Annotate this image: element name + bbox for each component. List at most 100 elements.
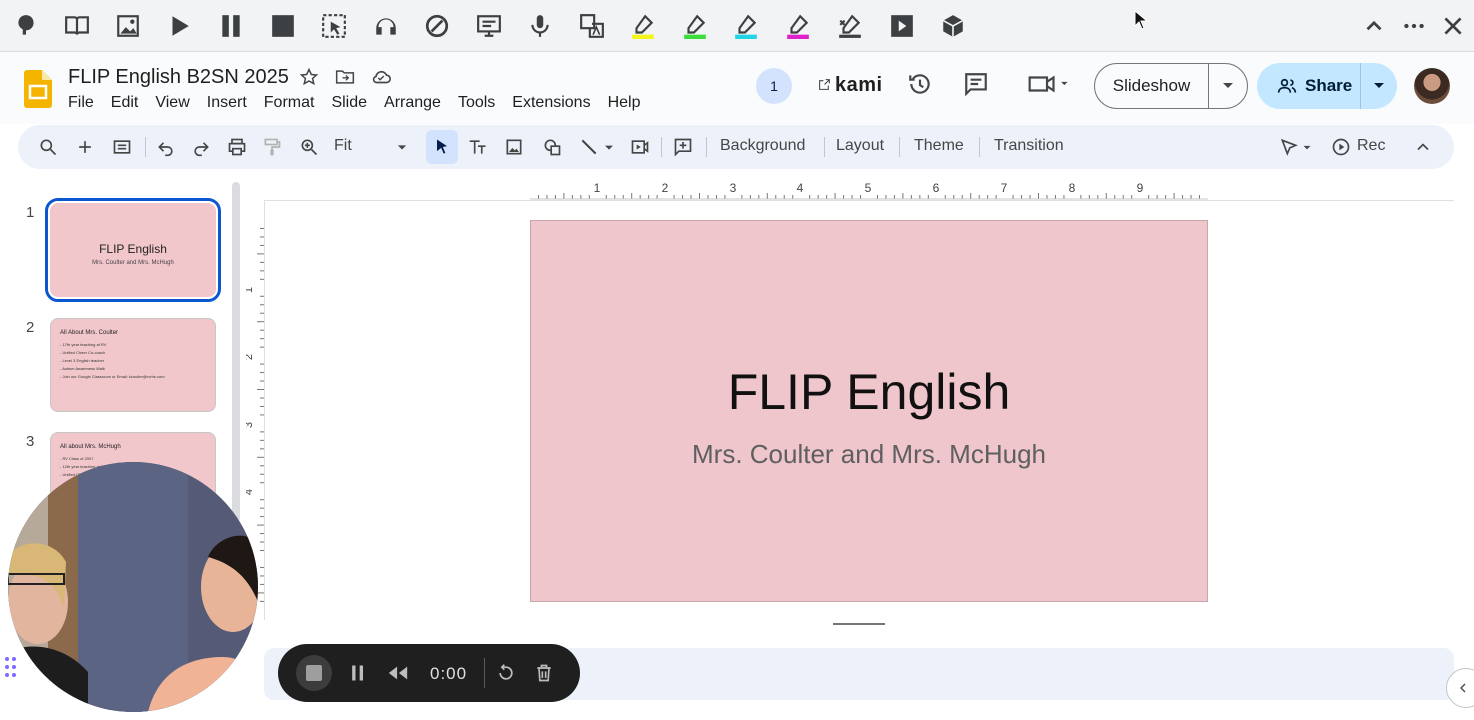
highlighter-yellow-icon[interactable]	[627, 10, 659, 42]
image-icon[interactable]	[112, 10, 144, 42]
thumbnail-line: - Unified Cheer Co-coach	[60, 350, 106, 355]
undo-icon[interactable]	[154, 135, 178, 159]
slide-number: 2	[26, 319, 35, 336]
redo-icon[interactable]	[189, 135, 213, 159]
zoom-icon[interactable]	[297, 135, 321, 159]
slideshow-button[interactable]: Slideshow	[1094, 63, 1248, 109]
background-button[interactable]: Background	[720, 137, 805, 155]
highlighter-cyan-icon[interactable]	[730, 10, 762, 42]
microphone-icon[interactable]	[524, 10, 556, 42]
slides-logo-icon[interactable]	[24, 70, 52, 108]
pause-icon[interactable]	[346, 661, 370, 685]
chevron-up-icon[interactable]	[1358, 10, 1390, 42]
record-icon[interactable]	[1329, 135, 1353, 159]
current-slide[interactable]: FLIP English Mrs. Coulter and Mrs. McHug…	[530, 220, 1208, 602]
close-icon[interactable]	[1437, 10, 1469, 42]
more-icon[interactable]	[1398, 10, 1430, 42]
play-icon[interactable]	[163, 10, 195, 42]
editing-toolbar: Fit Background Layout Theme Transition R…	[18, 125, 1454, 169]
slide-title[interactable]: FLIP English	[531, 363, 1207, 421]
stop-icon[interactable]	[267, 10, 299, 42]
pause-icon[interactable]	[215, 10, 247, 42]
collapse-toolbar-icon[interactable]	[1411, 135, 1435, 159]
delete-icon[interactable]	[532, 661, 556, 685]
screen-icon[interactable]	[473, 10, 505, 42]
menu-extensions[interactable]: Extensions	[512, 94, 590, 112]
add-comment-icon[interactable]	[671, 135, 695, 159]
select-region-icon[interactable]	[318, 10, 350, 42]
share-dropdown-icon[interactable]	[1361, 82, 1397, 90]
menu-slide[interactable]: Slide	[331, 94, 367, 112]
pointer-dropdown-icon[interactable]	[1300, 135, 1314, 159]
avatar[interactable]	[1414, 68, 1450, 104]
line-dropdown-icon[interactable]	[601, 135, 617, 159]
insert-image-icon[interactable]	[502, 135, 526, 159]
paint-format-icon[interactable]	[260, 135, 284, 159]
star-icon[interactable]	[298, 66, 320, 88]
kami-label: kami	[835, 74, 883, 96]
menu-insert[interactable]: Insert	[207, 94, 247, 112]
layout-button[interactable]: Layout	[836, 137, 884, 155]
external-link-icon	[818, 74, 831, 97]
ruler-label: 1	[246, 287, 255, 293]
extension-toolbar	[0, 0, 1474, 52]
version-history-icon[interactable]	[906, 70, 934, 98]
rec-label[interactable]: Rec	[1357, 137, 1385, 155]
cloud-status-icon[interactable]	[370, 66, 392, 88]
drag-handle-icon[interactable]	[4, 656, 18, 680]
box-icon[interactable]	[937, 10, 969, 42]
kami-logo-icon[interactable]	[10, 10, 42, 42]
pointer-icon[interactable]	[1277, 135, 1301, 159]
rewind-icon[interactable]	[386, 661, 410, 685]
meet-icon[interactable]	[1022, 70, 1072, 98]
slide-thumbnail-1[interactable]: FLIP English Mrs. Coulter and Mrs. McHug…	[45, 198, 221, 302]
ruler-label: 7	[1001, 181, 1008, 195]
zoom-dropdown-icon[interactable]	[390, 135, 414, 159]
share-button[interactable]: Share	[1257, 63, 1397, 109]
slideshow-dropdown-icon[interactable]	[1209, 82, 1247, 90]
headphones-icon[interactable]	[370, 10, 402, 42]
slide-layout-icon[interactable]	[110, 135, 134, 159]
kami-button[interactable]: kami	[818, 74, 883, 97]
search-menus-icon[interactable]	[36, 135, 60, 159]
slide-subtitle[interactable]: Mrs. Coulter and Mrs. McHugh	[531, 439, 1207, 470]
menu-arrange[interactable]: Arrange	[384, 94, 441, 112]
zoom-select[interactable]: Fit	[334, 137, 352, 155]
restart-icon[interactable]	[494, 661, 518, 685]
menu-view[interactable]: View	[155, 94, 189, 112]
insert-video-icon[interactable]	[628, 135, 652, 159]
menu-tools[interactable]: Tools	[458, 94, 495, 112]
thumbnail-line: - Level 3 English teacher	[60, 358, 105, 363]
highlighter-magenta-icon[interactable]	[782, 10, 814, 42]
transition-button[interactable]: Transition	[994, 137, 1064, 155]
menu-file[interactable]: File	[68, 94, 94, 112]
read-aloud-icon[interactable]	[421, 10, 453, 42]
slideshow-label[interactable]: Slideshow	[1095, 64, 1209, 108]
side-panel-toggle[interactable]	[1446, 668, 1474, 708]
video-icon[interactable]	[886, 10, 918, 42]
document-title[interactable]: FLIP English B2SN 2025	[68, 66, 289, 89]
text-box-icon[interactable]	[466, 135, 490, 159]
comments-icon[interactable]	[962, 70, 990, 98]
theme-button[interactable]: Theme	[914, 137, 964, 155]
book-icon[interactable]	[61, 10, 93, 42]
slide-number: 1	[26, 204, 35, 221]
menu-help[interactable]: Help	[608, 94, 641, 112]
filmstrip-scrollbar[interactable]	[232, 182, 240, 522]
move-folder-icon[interactable]	[334, 66, 356, 88]
slide-thumbnail-2[interactable]: All About Mrs. Coulter - 17th year teach…	[50, 318, 216, 412]
select-cursor-icon[interactable]	[430, 135, 454, 159]
print-icon[interactable]	[225, 135, 249, 159]
webcam-bubble[interactable]	[8, 462, 258, 712]
highlighter-green-icon[interactable]	[679, 10, 711, 42]
shape-icon[interactable]	[540, 135, 564, 159]
eraser-icon[interactable]	[834, 10, 866, 42]
collaborator-count-badge[interactable]: 1	[756, 68, 792, 104]
notes-resize-handle[interactable]	[833, 623, 885, 625]
menu-format[interactable]: Format	[264, 94, 315, 112]
line-icon[interactable]	[577, 135, 601, 159]
menu-edit[interactable]: Edit	[111, 94, 139, 112]
translate-icon[interactable]	[576, 10, 608, 42]
new-slide-icon[interactable]	[73, 135, 97, 159]
stop-recording-button[interactable]	[296, 655, 332, 691]
